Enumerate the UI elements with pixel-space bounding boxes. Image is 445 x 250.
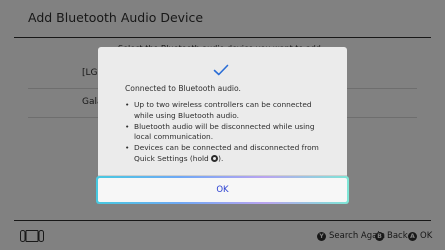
- info-bullet: • Devices can be connected and disconnect…: [125, 143, 319, 163]
- info-bullet-list: • Up to two wireless controllers can be c…: [125, 100, 325, 165]
- dialog-message: Connected to Bluetooth audio.: [125, 84, 241, 93]
- ok-button[interactable]: OK: [96, 176, 349, 204]
- home-button-icon: [211, 154, 219, 162]
- info-bullet: • Bluetooth audio will be disconnected wh…: [125, 121, 315, 142]
- ok-button-label: OK: [98, 178, 347, 202]
- checkmark-icon: [213, 64, 229, 76]
- info-bullet: • Up to two wireless controllers can be c…: [125, 100, 312, 120]
